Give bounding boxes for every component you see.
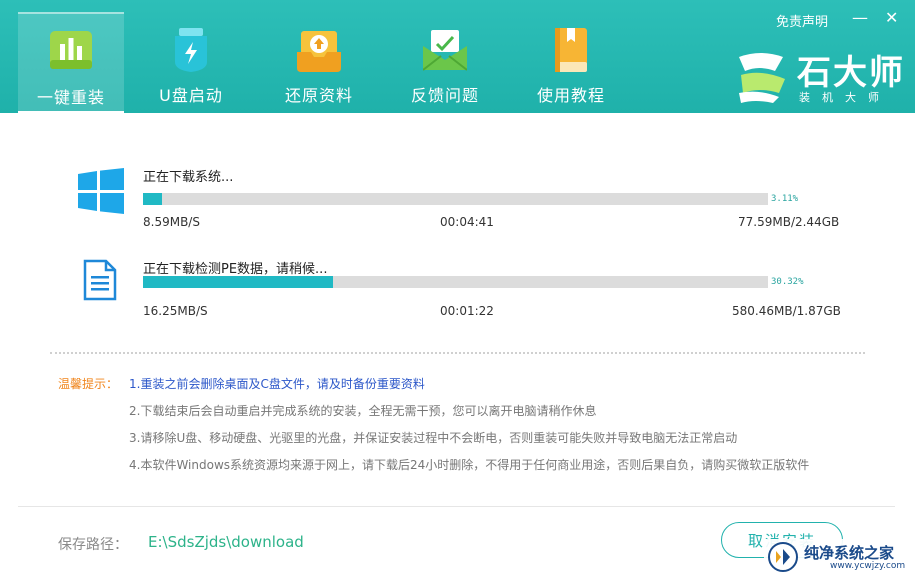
tab-tutorial[interactable]: 使用教程 [518, 12, 624, 112]
windows-icon [78, 168, 124, 214]
save-path-value[interactable]: E:\SdsZjds\download [148, 533, 304, 551]
book-icon [555, 28, 587, 72]
watermark-text: 纯净系统之家 [804, 544, 895, 562]
download-size: 77.59MB/2.44GB [738, 215, 840, 229]
watermark-url: www.ycwjzy.com [830, 561, 906, 571]
tip-item: 4.本软件Windows系统资源均来源于网上，请下载后24小时删除，不得用于任何… [129, 458, 810, 472]
minimize-button[interactable]: — [852, 8, 868, 27]
remaining-time: 00:01:22 [440, 304, 494, 318]
close-button[interactable]: ✕ [885, 8, 898, 27]
active-tab-indicator [18, 111, 124, 114]
save-path-label: 保存路径： [58, 537, 128, 553]
bar-chart-icon [50, 31, 92, 69]
tip-item: 2.下载结束后会自动重启并完成系统的安装，全程无需干预，您可以离开电脑请稍作休息 [129, 404, 597, 418]
app-logo: 石大师 装机大师 [735, 45, 910, 105]
logo-name: 石大师 [797, 53, 905, 93]
download-size: 580.46MB/1.87GB [732, 304, 841, 318]
progress-percent: 30.32% [771, 277, 804, 287]
download-title: 正在下载系统... [143, 170, 234, 185]
progress-bar [143, 193, 768, 205]
tab-label: 使用教程 [536, 86, 605, 105]
tab-label: 一键重装 [36, 88, 105, 107]
download-title: 正在下载检测PE数据，请稍候... [143, 262, 328, 277]
download-speed: 8.59MB/S [143, 215, 200, 229]
tab-label: 还原资料 [284, 86, 353, 105]
tab-label: U盘启动 [159, 86, 223, 105]
tip-item: 1.重装之前会删除桌面及C盘文件，请及时备份重要资料 [129, 377, 425, 391]
mail-feedback-icon [423, 30, 467, 71]
document-icon [83, 259, 117, 301]
disclaimer-link[interactable]: 免责声明 [776, 11, 828, 30]
header-bar: 一键重装 U盘启动 还原资料 反馈问题 使用教程 免责声明 — ✕ 石大师 装机… [0, 0, 915, 114]
logo-mark-icon [739, 53, 785, 103]
progress-percent: 3.11% [771, 194, 799, 204]
tab-label: 反馈问题 [410, 86, 479, 105]
remaining-time: 00:04:41 [440, 215, 494, 229]
watermark-logo-icon [768, 542, 798, 572]
tab-one-click-reinstall[interactable]: 一键重装 [18, 12, 124, 114]
download-speed: 16.25MB/S [143, 304, 208, 318]
restore-icon [297, 31, 341, 72]
divider [50, 352, 865, 354]
progress-bar [143, 276, 768, 288]
usb-drive-icon [175, 28, 207, 72]
watermark: 纯净系统之家 www.ycwjzy.com [764, 539, 915, 576]
logo-subtitle: 装机大师 [799, 91, 891, 104]
tips-label: 温馨提示： [58, 377, 119, 391]
divider [18, 506, 895, 507]
tab-restore-data[interactable]: 还原资料 [266, 12, 372, 112]
tab-usb-boot[interactable]: U盘启动 [138, 12, 244, 112]
tip-item: 3.请移除U盘、移动硬盘、光驱里的光盘，并保证安装过程中不会断电，否则重装可能失… [129, 431, 738, 445]
progress-fill [143, 276, 333, 288]
progress-fill [143, 193, 163, 205]
tab-feedback[interactable]: 反馈问题 [392, 12, 498, 112]
